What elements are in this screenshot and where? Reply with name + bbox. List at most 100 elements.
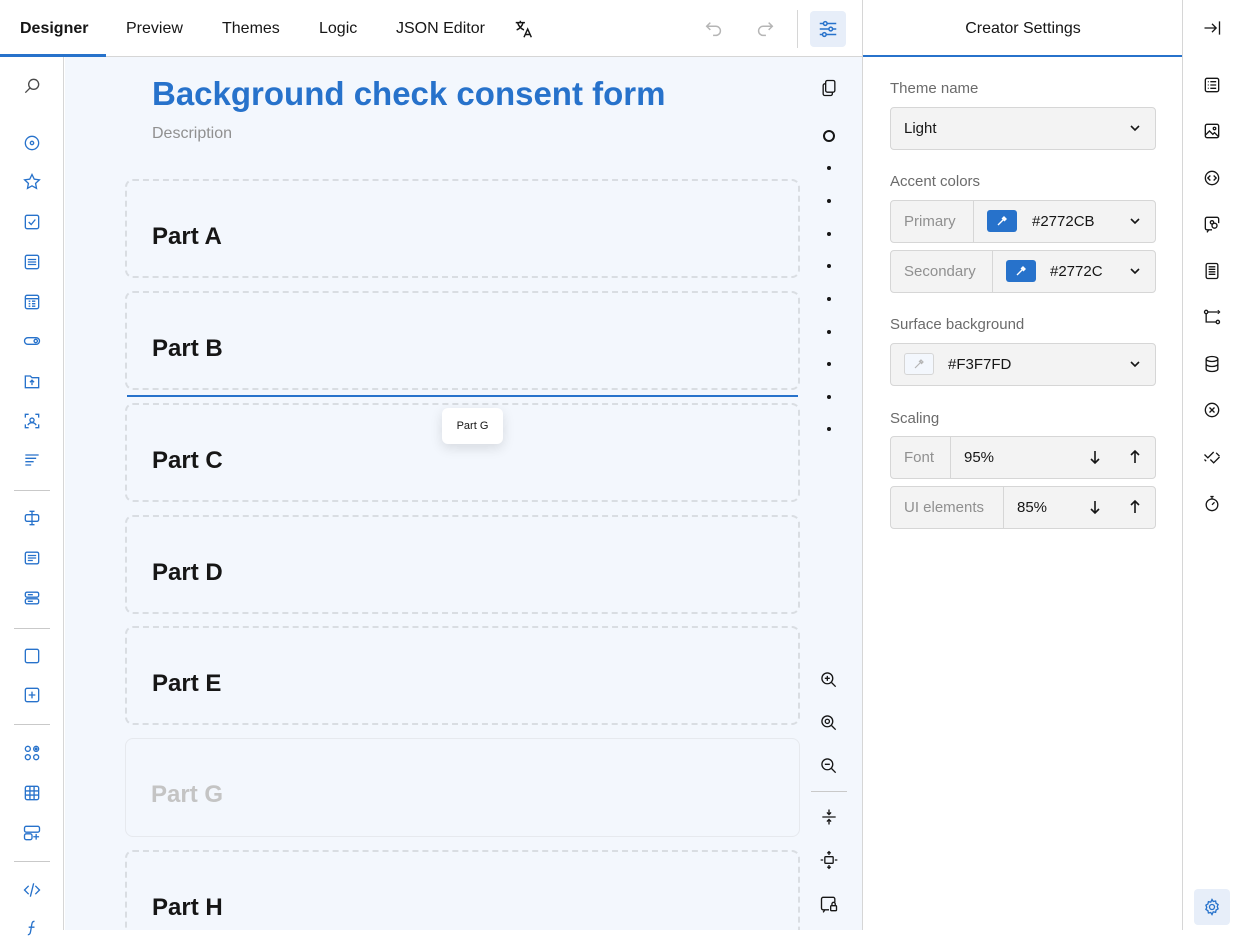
toolbar-divider xyxy=(797,10,798,48)
field-divider xyxy=(973,201,974,242)
ui-elements-scaling-field[interactable]: UI elements 85% xyxy=(890,486,1156,529)
settings-sliders-icon[interactable] xyxy=(810,11,846,47)
panel-part-h[interactable]: Part H xyxy=(125,850,800,930)
page-navigator-dot[interactable] xyxy=(827,232,831,236)
primary-color-value[interactable]: #2772CB xyxy=(1032,201,1095,242)
drag-chip[interactable]: Part G xyxy=(442,408,503,444)
accent-colors-label: Accent colors xyxy=(890,173,981,190)
surface-background-value[interactable]: #F3F7FD xyxy=(948,344,1011,385)
form-title[interactable]: Background check consent form xyxy=(152,75,665,113)
question-settings-icon[interactable] xyxy=(1198,210,1226,238)
page-navigator-dot[interactable] xyxy=(827,264,831,268)
copy-pages-icon[interactable] xyxy=(815,74,843,102)
panel-icon[interactable] xyxy=(18,642,46,670)
page-navigator-dot[interactable] xyxy=(827,199,831,203)
primary-color-field[interactable]: Primary #2772CB xyxy=(890,200,1156,243)
dropdown-icon[interactable] xyxy=(18,248,46,276)
lock-question-icon[interactable] xyxy=(815,890,843,918)
arrow-down-icon[interactable] xyxy=(1087,499,1103,515)
rating-star-icon[interactable] xyxy=(18,168,46,196)
panel-part-g-ghost[interactable]: Part G xyxy=(125,738,800,837)
arrow-up-icon[interactable] xyxy=(1127,449,1143,465)
toggle-icon[interactable] xyxy=(18,327,46,355)
toolbox-divider xyxy=(14,628,50,629)
tab-designer[interactable]: Designer xyxy=(20,0,88,57)
data-database-icon[interactable] xyxy=(1198,350,1226,378)
toolbox-divider xyxy=(14,724,50,725)
font-scaling-field[interactable]: Font 95% xyxy=(890,436,1156,479)
expression-icon[interactable] xyxy=(18,914,46,942)
show-on-completed-icon[interactable] xyxy=(1198,443,1226,471)
expand-all-icon[interactable] xyxy=(815,846,843,874)
drop-indicator-line xyxy=(127,395,798,397)
redo-icon[interactable] xyxy=(747,11,783,47)
secondary-color-value[interactable]: #2772C xyxy=(1050,251,1103,292)
ui-elements-value[interactable]: 85% xyxy=(1017,487,1047,528)
ranking-icon[interactable] xyxy=(18,446,46,474)
zoom-in-icon[interactable] xyxy=(815,666,843,694)
page-navigator-dot[interactable] xyxy=(827,166,831,170)
font-scaling-label: Font xyxy=(904,449,935,466)
page-navigator-dot[interactable] xyxy=(827,297,831,301)
eyedropper-icon[interactable] xyxy=(987,210,1017,232)
panel-part-d[interactable]: Part D xyxy=(125,515,800,614)
chevron-down-icon xyxy=(1130,125,1140,132)
page-navigator-dot[interactable] xyxy=(827,362,831,366)
matrix-grid-icon[interactable] xyxy=(18,779,46,807)
tab-json-editor[interactable]: JSON Editor xyxy=(396,0,485,57)
property-grid-tabs xyxy=(1182,0,1240,930)
primary-label: Primary xyxy=(904,213,956,230)
secondary-label: Secondary xyxy=(904,263,976,280)
comment-icon[interactable] xyxy=(18,544,46,572)
zoom-to-fit-icon[interactable] xyxy=(815,709,843,737)
image-picker-icon[interactable] xyxy=(18,407,46,435)
panel-part-b[interactable]: Part B xyxy=(125,291,800,390)
timer-icon[interactable] xyxy=(1198,490,1226,518)
radio-group-icon[interactable] xyxy=(18,129,46,157)
single-matrix-icon[interactable] xyxy=(18,739,46,767)
tab-logic[interactable]: Logic xyxy=(319,0,357,57)
logo-image-icon[interactable] xyxy=(1198,117,1226,145)
collapse-panel-icon[interactable] xyxy=(1198,14,1226,42)
translate-icon[interactable] xyxy=(506,11,542,47)
eyedropper-icon[interactable] xyxy=(1006,260,1036,282)
dynamic-panel-icon[interactable] xyxy=(18,681,46,709)
surface-background-field[interactable]: #F3F7FD xyxy=(890,343,1156,386)
form-description[interactable]: Description xyxy=(152,125,232,143)
validation-x-icon[interactable] xyxy=(1198,396,1226,424)
navigation-icon[interactable] xyxy=(1198,164,1226,192)
tagbox-icon[interactable] xyxy=(18,288,46,316)
font-scaling-value[interactable]: 95% xyxy=(964,437,994,478)
arrow-down-icon[interactable] xyxy=(1087,449,1103,465)
search-icon[interactable] xyxy=(18,72,46,100)
dynamic-matrix-icon[interactable] xyxy=(18,819,46,847)
collapse-all-icon[interactable] xyxy=(815,803,843,831)
page-navigator-dot[interactable] xyxy=(827,395,831,399)
chevron-down-icon xyxy=(1130,218,1140,225)
page-navigator-dot[interactable] xyxy=(827,330,831,334)
page-navigator-dot[interactable] xyxy=(827,427,831,431)
secondary-color-field[interactable]: Secondary #2772C xyxy=(890,250,1156,293)
pages-icon[interactable] xyxy=(1198,257,1226,285)
file-upload-icon[interactable] xyxy=(18,367,46,395)
panel-part-a[interactable]: Part A xyxy=(125,179,800,278)
text-input-icon[interactable] xyxy=(18,504,46,532)
field-divider xyxy=(950,437,951,478)
gear-icon[interactable] xyxy=(1194,889,1230,925)
tab-themes[interactable]: Themes xyxy=(222,0,280,57)
html-code-icon[interactable] xyxy=(18,876,46,904)
page-navigator-current[interactable] xyxy=(823,130,835,142)
multiple-text-icon[interactable] xyxy=(18,584,46,612)
chevron-down-icon xyxy=(1130,361,1140,368)
general-list-icon[interactable] xyxy=(1198,71,1226,99)
panel-part-e[interactable]: Part E xyxy=(125,626,800,725)
logic-flow-icon[interactable] xyxy=(1198,303,1226,331)
theme-name-dropdown[interactable]: Light xyxy=(890,107,1156,150)
canvas-tools-divider xyxy=(811,791,847,792)
undo-icon[interactable] xyxy=(696,11,732,47)
arrow-up-icon[interactable] xyxy=(1127,499,1143,515)
eyedropper-icon[interactable] xyxy=(904,353,934,375)
checkbox-icon[interactable] xyxy=(18,208,46,236)
tab-preview[interactable]: Preview xyxy=(126,0,183,57)
zoom-out-icon[interactable] xyxy=(815,752,843,780)
